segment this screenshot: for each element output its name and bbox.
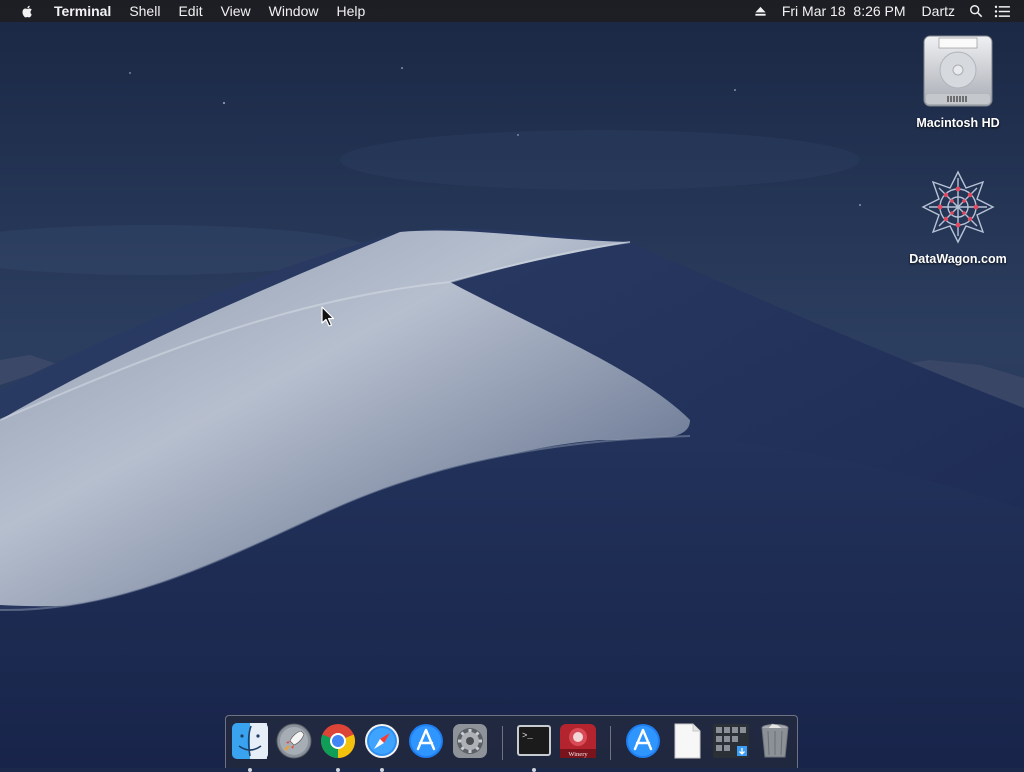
dock-separator [610, 726, 611, 760]
menu-help[interactable]: Help [327, 0, 374, 22]
mouse-pointer-icon [321, 306, 335, 327]
system-preferences-icon[interactable] [451, 722, 489, 760]
menu-bar: Terminal Shell Edit View Window Help Fri… [0, 0, 1024, 22]
network-volume-icon[interactable] [919, 168, 997, 246]
menu-shell[interactable]: Shell [120, 0, 169, 22]
desktop-wallpaper [0, 0, 1024, 768]
launchpad-icon[interactable] [275, 722, 313, 760]
finder-icon[interactable] [231, 722, 269, 772]
desktop-icon-macintosh-hd[interactable]: Macintosh HD [903, 32, 1013, 130]
eject-icon[interactable] [751, 0, 771, 22]
terminal-icon[interactable]: >_ [515, 722, 553, 772]
app-store-icon[interactable] [407, 722, 445, 760]
document-icon[interactable] [668, 722, 706, 760]
desktop-icon-datawagon[interactable]: DataWagon.com [903, 168, 1013, 266]
desktop-icon-label[interactable]: DataWagon.com [903, 252, 1013, 266]
chrome-icon[interactable] [319, 722, 357, 772]
list-icon[interactable] [992, 0, 1012, 22]
hard-drive-icon[interactable] [919, 32, 997, 110]
menu-window[interactable]: Window [260, 0, 328, 22]
menu-app-name[interactable]: Terminal [52, 0, 120, 22]
running-indicator [380, 768, 384, 772]
running-indicator [532, 768, 536, 772]
menu-view[interactable]: View [212, 0, 260, 22]
magnifier-icon[interactable] [966, 0, 986, 22]
trash-icon[interactable] [756, 722, 794, 760]
menu-edit[interactable]: Edit [169, 0, 211, 22]
safari-icon[interactable] [363, 722, 401, 772]
running-indicator [336, 768, 340, 772]
desktop-icon-label[interactable]: Macintosh HD [903, 116, 1013, 130]
user-name[interactable]: Dartz [914, 0, 963, 22]
dock-separator [502, 726, 503, 760]
winery-icon[interactable]: Winery [559, 722, 597, 760]
running-indicator [248, 768, 252, 772]
dock: >_ Winery [225, 715, 798, 772]
downloads-stack-icon[interactable] [712, 722, 750, 760]
clock[interactable]: Fri Mar 18 8:26 PM [774, 0, 914, 22]
winery-label: Winery [568, 751, 588, 758]
apple-logo-icon[interactable] [20, 3, 36, 19]
terminal-prompt: >_ [522, 731, 533, 741]
app-store-folder-icon[interactable] [624, 722, 662, 760]
